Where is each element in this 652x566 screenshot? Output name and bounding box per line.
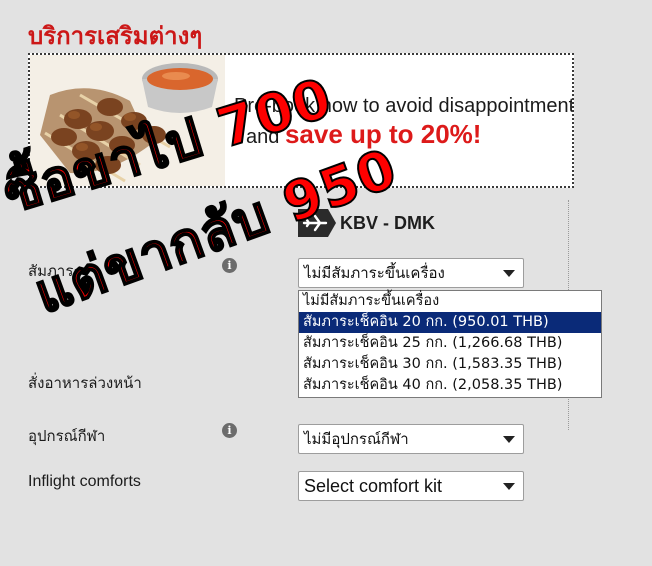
sports-label: อุปกรณ์กีฬา [28, 427, 106, 445]
sports-select-value: ไม่มีอุปกรณ์กีฬา [304, 430, 409, 448]
info-icon[interactable]: i [222, 423, 237, 438]
chevron-down-icon [503, 270, 515, 277]
banner-save-suffix: ! [472, 119, 482, 149]
chevron-down-icon [503, 483, 515, 490]
baggage-option[interactable]: ไม่มีสัมภาระขึ้นเครื่อง [299, 291, 601, 312]
comfort-select[interactable]: Select comfort kit [298, 471, 524, 501]
baggage-option[interactable]: สัมภาระเช็คอิน 25 กก. (1,266.68 THB) [299, 333, 601, 354]
chevron-down-icon [503, 436, 515, 443]
baggage-select-value: ไม่มีสัมภาระขึ้นเครื่อง [304, 264, 445, 282]
baggage-option-highlighted[interactable]: สัมภาระเช็คอิน 20 กก. (950.01 THB) [299, 312, 601, 333]
baggage-select[interactable]: ไม่มีสัมภาระขึ้นเครื่อง [298, 258, 524, 288]
baggage-option[interactable]: สัมภาระเช็คอิน 30 กก. (1,583.35 THB) [299, 354, 601, 375]
baggage-option[interactable]: สัมภาระเช็คอิน 40 กก. (2,058.35 THB) [299, 375, 601, 396]
comfort-label: Inflight comforts [28, 473, 141, 490]
baggage-dropdown-list[interactable]: ไม่มีสัมภาระขึ้นเครื่อง สัมภาระเช็คอิน 2… [298, 290, 602, 398]
page-title: บริการเสริมต่างๆ [28, 22, 203, 50]
comfort-select-value: Select comfort kit [304, 476, 443, 496]
meal-label: สั่งอาหารล่วงหน้า [28, 374, 142, 392]
sports-select[interactable]: ไม่มีอุปกรณ์กีฬา [298, 424, 524, 454]
